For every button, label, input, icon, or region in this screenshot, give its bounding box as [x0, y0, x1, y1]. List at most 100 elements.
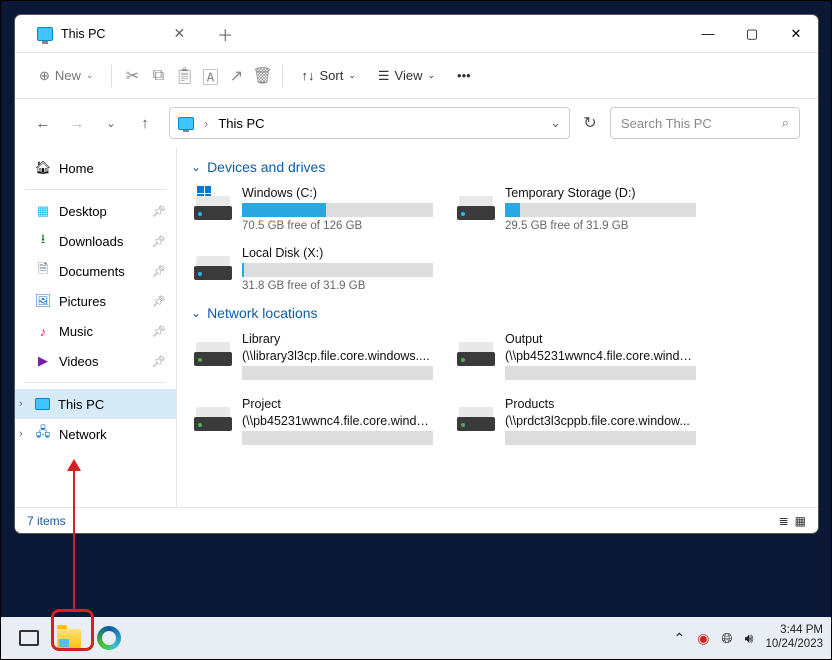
- sidebar-home[interactable]: 🏠︎ Home: [15, 153, 176, 183]
- group-drives[interactable]: ⌄ Devices and drives: [191, 159, 804, 175]
- sidebar-music[interactable]: ♪ Music 📌︎: [15, 316, 176, 346]
- view-button[interactable]: ☰ View ⌄: [370, 63, 443, 89]
- search-input[interactable]: Search This PC ⌕: [610, 107, 800, 139]
- drive-capacity-bar: [242, 203, 433, 217]
- group-network[interactable]: ⌄ Network locations: [191, 305, 804, 321]
- forward-button[interactable]: →: [67, 113, 87, 133]
- copy-icon[interactable]: ⧉: [148, 66, 168, 86]
- statusbar: 7 items ≣ ▦: [15, 507, 818, 533]
- network-drive-item[interactable]: Library (\\library3l3cp.file.core.window…: [191, 329, 436, 386]
- drive-name: Temporary Storage (D:): [505, 186, 696, 200]
- chevron-right-icon[interactable]: ›: [19, 398, 23, 410]
- drive-path: (\\prdct3l3cppb.file.core.window...: [505, 414, 696, 428]
- address-row: ← → ⌄ ↑ › This PC ⌄ ↻ Search This PC ⌕: [15, 99, 818, 147]
- chevron-right-icon[interactable]: ›: [19, 428, 23, 440]
- drive-name: Products: [505, 397, 696, 411]
- paste-icon[interactable]: 📋︎: [174, 66, 194, 86]
- pin-icon: 📌︎: [152, 355, 166, 368]
- pin-icon: 📌︎: [152, 265, 166, 278]
- network-drive-item[interactable]: Products (\\prdct3l3cppb.file.core.windo…: [454, 394, 699, 451]
- chevron-down-icon[interactable]: ⌄: [550, 115, 561, 131]
- explorer-window: This PC ✕ ＋ — ▢ ✕ ⊕ New ⌄ ✂ ⧉ 📋︎ 🄰 ↗ 🗑︎ …: [14, 14, 819, 534]
- desktop-icon: ▦: [35, 203, 51, 219]
- search-icon: ⌕: [782, 115, 789, 131]
- icons-view-button[interactable]: ▦: [795, 514, 806, 528]
- breadcrumb[interactable]: This PC: [218, 116, 264, 131]
- drive-path: (\\pb45231wwnc4.file.core.windo...: [505, 349, 696, 363]
- chevron-down-icon: ⌄: [86, 70, 94, 81]
- drive-path: (\\library3l3cp.file.core.windows....: [242, 349, 433, 363]
- minimize-button[interactable]: —: [686, 18, 730, 50]
- tab-thispc[interactable]: This PC ✕: [23, 18, 199, 50]
- thispc-icon: [37, 27, 53, 41]
- address-bar[interactable]: › This PC ⌄: [169, 107, 570, 139]
- documents-icon: 🗎: [35, 263, 51, 279]
- close-button[interactable]: ✕: [774, 18, 818, 50]
- chevron-down-icon: ⌄: [191, 306, 201, 320]
- taskbar-clock[interactable]: 3:44 PM 10/24/2023: [765, 624, 823, 652]
- delete-icon[interactable]: 🗑︎: [252, 66, 272, 86]
- new-button[interactable]: ⊕ New ⌄: [31, 63, 101, 89]
- pin-icon: 📌︎: [152, 295, 166, 308]
- titlebar: This PC ✕ ＋ — ▢ ✕: [15, 15, 818, 53]
- drive-path: (\\pb45231wwnc4.file.core.windo...: [242, 414, 433, 428]
- drive-name: Output: [505, 332, 696, 346]
- refresh-button[interactable]: ↻: [578, 113, 602, 133]
- sort-icon: ↑↓: [301, 68, 314, 83]
- up-button[interactable]: ↑: [135, 113, 155, 133]
- thispc-icon: [35, 398, 50, 410]
- sidebar-videos[interactable]: ▶ Videos 📌︎: [15, 346, 176, 376]
- sidebar-downloads[interactable]: ⭳ Downloads 📌︎: [15, 226, 176, 256]
- drive-capacity-bar: [505, 431, 696, 445]
- drive-capacity-bar: [505, 203, 696, 217]
- view-icon: ☰: [378, 68, 390, 84]
- drive-capacity-bar: [242, 366, 433, 380]
- annotation-highlight: [51, 609, 94, 651]
- taskview-button[interactable]: [9, 619, 49, 657]
- cut-icon[interactable]: ✂: [122, 66, 142, 86]
- network-drive-item[interactable]: Project (\\pb45231wwnc4.file.core.windo.…: [191, 394, 436, 451]
- drive-capacity-bar: [505, 366, 696, 380]
- sidebar-network[interactable]: › 🖧︎ Network: [15, 419, 176, 449]
- home-icon: 🏠︎: [35, 160, 51, 176]
- drive-item[interactable]: Temporary Storage (D:) 29.5 GB free of 3…: [454, 183, 699, 235]
- sidebar-pictures[interactable]: 🖼︎ Pictures 📌︎: [15, 286, 176, 316]
- pictures-icon: 🖼︎: [35, 293, 51, 309]
- plus-icon: ⊕: [39, 68, 50, 84]
- pin-icon: 📌︎: [152, 235, 166, 248]
- sidebar: 🏠︎ Home ▦ Desktop 📌︎ ⭳ Downloads 📌︎ 🗎 Do…: [15, 147, 177, 507]
- tray-record-icon[interactable]: ◉: [697, 630, 709, 647]
- videos-icon: ▶: [35, 353, 51, 369]
- network-drive-item[interactable]: Output (\\pb45231wwnc4.file.core.windo..…: [454, 329, 699, 386]
- sidebar-desktop[interactable]: ▦ Desktop 📌︎: [15, 196, 176, 226]
- details-view-button[interactable]: ≣: [779, 514, 789, 528]
- more-button[interactable]: •••: [449, 63, 479, 88]
- sidebar-thispc[interactable]: › This PC: [15, 389, 176, 419]
- share-icon[interactable]: ↗: [226, 66, 246, 86]
- drive-icon: [194, 332, 232, 370]
- sort-button[interactable]: ↑↓ Sort ⌄: [293, 63, 363, 88]
- tab-close-icon[interactable]: ✕: [173, 25, 185, 42]
- content-pane: ⌄ Devices and drives Windows (C:) 70.5 G…: [177, 147, 818, 507]
- drive-capacity-bar: [242, 263, 433, 277]
- drive-item[interactable]: Windows (C:) 70.5 GB free of 126 GB: [191, 183, 436, 235]
- tray-network-icon[interactable]: 🌐︎: [721, 630, 732, 647]
- rename-icon[interactable]: 🄰: [200, 66, 220, 86]
- maximize-button[interactable]: ▢: [730, 18, 774, 50]
- chevron-down-icon: ⌄: [191, 160, 201, 174]
- chevron-right-icon: ›: [204, 116, 208, 131]
- drive-free-text: 31.8 GB free of 31.9 GB: [242, 280, 433, 292]
- back-button[interactable]: ←: [33, 113, 53, 133]
- sidebar-documents[interactable]: 🗎 Documents 📌︎: [15, 256, 176, 286]
- recent-button[interactable]: ⌄: [101, 113, 121, 133]
- tray-chevron-icon[interactable]: ⌃: [673, 630, 685, 647]
- tray-volume-icon[interactable]: 🔊︎: [745, 630, 754, 647]
- tab-title: This PC: [61, 27, 105, 41]
- drive-item[interactable]: Local Disk (X:) 31.8 GB free of 31.9 GB: [191, 243, 436, 295]
- drive-icon: [194, 246, 232, 284]
- annotation-arrow-line: [73, 467, 75, 609]
- edge-taskbar[interactable]: [89, 619, 129, 657]
- pin-icon: 📌︎: [152, 205, 166, 218]
- pin-icon: 📌︎: [152, 325, 166, 338]
- new-tab-button[interactable]: ＋: [217, 22, 233, 46]
